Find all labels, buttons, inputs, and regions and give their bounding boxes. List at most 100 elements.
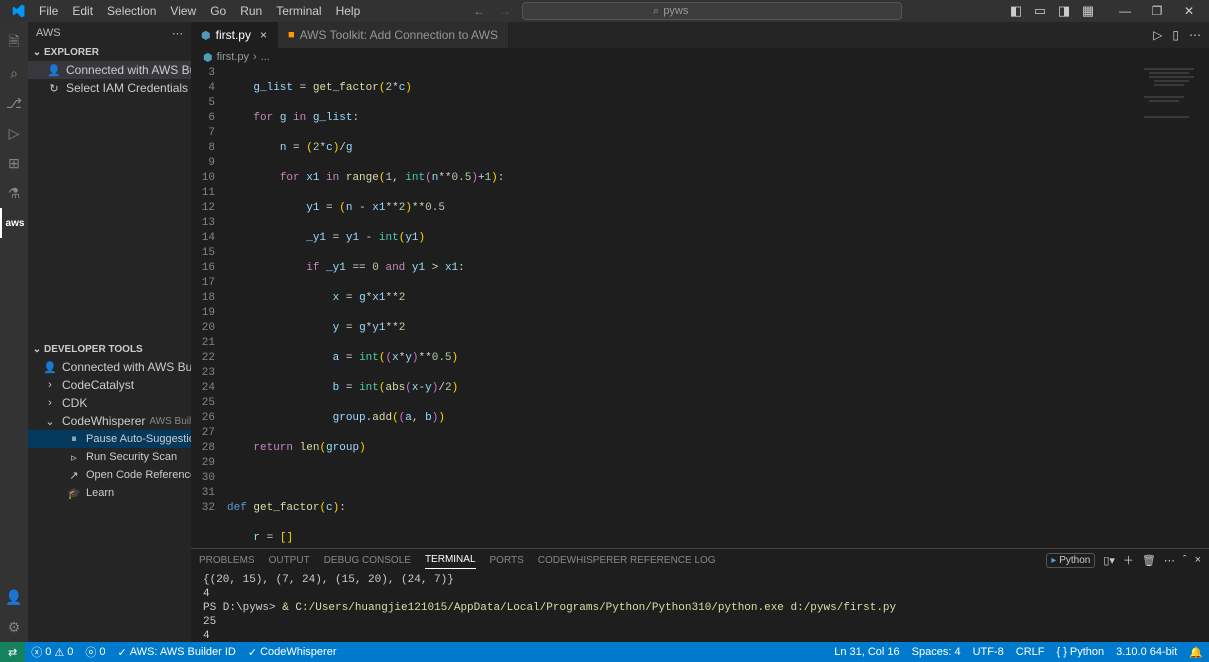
explorer-icon[interactable]: 🗎	[0, 28, 28, 58]
source-control-icon[interactable]: ⎇	[0, 88, 28, 118]
code-content[interactable]: g_list = get_factor(2*c) for g in g_list…	[227, 66, 1209, 548]
status-interpreter[interactable]: 3.10.0 64-bit	[1110, 642, 1183, 662]
tab-first-py[interactable]: ⬢ first.py ×	[191, 22, 278, 48]
sidebar-item-label: CodeCatalyst	[62, 378, 134, 392]
sidebar-item-label: Connected with AWS Builder ID	[62, 360, 191, 374]
menu-file[interactable]: File	[32, 4, 65, 18]
accounts-icon[interactable]: 👤	[0, 582, 28, 612]
layout-panel-icon[interactable]: ▭	[1029, 2, 1051, 20]
python-file-icon: ⬢	[203, 51, 213, 64]
close-window-icon[interactable]: ✕	[1173, 0, 1205, 22]
search-icon[interactable]: ⌕	[0, 58, 28, 88]
sidebar-item-cdk[interactable]: › CDK	[28, 394, 191, 412]
minimap[interactable]	[1139, 66, 1209, 548]
panel-tab-terminal[interactable]: TERMINAL	[425, 551, 476, 569]
sidebar-item-learn[interactable]: 🎓 Learn	[28, 484, 191, 502]
extensions-icon[interactable]: ⊞	[0, 148, 28, 178]
status-ports[interactable]: ⓞ0	[79, 642, 111, 662]
close-tab-icon[interactable]: ×	[260, 28, 267, 42]
sidebar-item-label: Run Security Scan	[86, 451, 177, 463]
code-editor[interactable]: 3456789101112131415161718192021222324252…	[191, 66, 1209, 548]
sidebar-item-select-iam[interactable]: ↻ Select IAM Credentials to View Res...	[28, 79, 191, 97]
menu-run[interactable]: Run	[233, 4, 269, 18]
sidebar: AWS ⋯ ⌄ EXPLORER 👤 Connected with AWS Bu…	[28, 22, 191, 642]
menu-go[interactable]: Go	[203, 4, 233, 18]
command-center-search[interactable]: ⌕ pyws	[522, 2, 902, 20]
panel-tab-debug[interactable]: DEBUG CONSOLE	[324, 552, 411, 569]
python-file-icon: ⬢	[201, 29, 211, 42]
tab-aws-toolkit[interactable]: ■ AWS Toolkit: Add Connection to AWS	[278, 22, 509, 48]
sidebar-title: AWS	[36, 27, 61, 39]
status-eol[interactable]: CRLF	[1010, 642, 1051, 662]
sidebar-item-codewhisperer[interactable]: ⌄ CodeWhisperer AWS Builder ID Con...	[28, 412, 191, 430]
layout-sidebar-left-icon[interactable]: ◧	[1005, 2, 1027, 20]
check-icon: ✓	[117, 646, 126, 659]
user-icon: 👤	[46, 64, 62, 77]
panel-tab-problems[interactable]: PROBLEMS	[199, 552, 255, 569]
user-icon: 👤	[42, 361, 58, 374]
status-aws[interactable]: ✓AWS: AWS Builder ID	[111, 642, 241, 662]
nav-back-icon[interactable]: ←	[470, 4, 488, 18]
sidebar-item-run-scan[interactable]: ▹ Run Security Scan	[28, 448, 191, 466]
status-notifications-icon[interactable]: 🔔	[1183, 642, 1209, 662]
kill-terminal-icon[interactable]: 🗑	[1142, 554, 1156, 567]
search-icon: ⌕	[653, 5, 659, 18]
panel-more-icon[interactable]: ⋯	[1164, 554, 1175, 567]
nav-forward-icon[interactable]: →	[496, 4, 514, 18]
remote-indicator[interactable]: ⇄	[0, 642, 25, 662]
menu-help[interactable]: Help	[329, 4, 368, 18]
menu-terminal[interactable]: Terminal	[269, 4, 328, 18]
panel-tab-ports[interactable]: PORTS	[490, 552, 524, 569]
sidebar-item-connected-devtools[interactable]: 👤 Connected with AWS Builder ID	[28, 358, 191, 376]
breadcrumb[interactable]: ⬢ first.py › ...	[191, 48, 1209, 66]
status-spaces[interactable]: Spaces: 4	[906, 642, 967, 662]
aws-icon: ■	[288, 29, 295, 41]
split-editor-icon[interactable]: ▯	[1172, 28, 1179, 42]
maximize-panel-icon[interactable]: ˆ	[1183, 554, 1187, 566]
maximize-window-icon[interactable]: ❐	[1141, 0, 1173, 22]
devtools-section-header[interactable]: ⌄ DEVELOPER TOOLS	[28, 341, 191, 358]
status-language[interactable]: { } Python	[1050, 642, 1110, 662]
split-terminal-icon[interactable]: ▯▾	[1103, 554, 1115, 567]
panel-tab-cwref[interactable]: CODEWHISPERER REFERENCE LOG	[538, 552, 716, 569]
title-bar: File Edit Selection View Go Run Terminal…	[0, 0, 1209, 22]
sidebar-item-label: CodeWhisperer	[62, 414, 145, 428]
tab-label: AWS Toolkit: Add Connection to AWS	[300, 28, 498, 42]
sidebar-item-open-reflog[interactable]: ↗ Open Code Reference Log	[28, 466, 191, 484]
panel-tab-output[interactable]: OUTPUT	[269, 552, 310, 569]
run-debug-icon[interactable]: ▷	[0, 118, 28, 148]
customize-layout-icon[interactable]: ▦	[1077, 2, 1099, 20]
status-ln-col[interactable]: Ln 31, Col 16	[828, 642, 905, 662]
breadcrumb-file: first.py	[217, 51, 249, 63]
settings-gear-icon[interactable]: ⚙	[0, 612, 28, 642]
close-panel-icon[interactable]: ×	[1195, 554, 1201, 566]
status-errors-warnings[interactable]: ⓧ0 ⚠0	[25, 642, 79, 662]
menu-view[interactable]: View	[163, 4, 203, 18]
sidebar-item-connected[interactable]: 👤 Connected with AWS Builde... ⓘ⋯	[28, 61, 191, 79]
run-file-icon[interactable]: ▷	[1153, 28, 1162, 42]
explorer-section-header[interactable]: ⌄ EXPLORER	[28, 44, 191, 61]
new-terminal-icon[interactable]: ＋	[1123, 552, 1134, 568]
menu-edit[interactable]: Edit	[65, 4, 100, 18]
link-external-icon: ↗	[66, 469, 82, 482]
terminal-content[interactable]: {(20, 15), (7, 24), (15, 20), (24, 7)} 4…	[191, 571, 1209, 642]
check-icon: ✓	[248, 646, 257, 659]
sidebar-more-icon[interactable]: ⋯	[172, 27, 183, 40]
chevron-down-icon: ⌄	[30, 47, 44, 58]
minimize-window-icon[interactable]: —	[1109, 0, 1141, 22]
warning-icon: ⚠	[54, 646, 64, 659]
devtools-section-label: DEVELOPER TOOLS	[44, 344, 143, 355]
sidebar-item-pause-suggestions[interactable]: ⏸ Pause Auto-Suggestions	[28, 430, 191, 448]
sidebar-item-sublabel: AWS Builder ID Con...	[149, 416, 191, 427]
status-encoding[interactable]: UTF-8	[967, 642, 1010, 662]
editor-more-icon[interactable]: ⋯	[1189, 28, 1201, 42]
sidebar-item-codecatalyst[interactable]: › CodeCatalyst	[28, 376, 191, 394]
radio-icon: ⓞ	[85, 644, 96, 660]
testing-icon[interactable]: ⚗	[0, 178, 28, 208]
aws-icon[interactable]: aws	[0, 208, 28, 238]
menu-selection[interactable]: Selection	[100, 4, 163, 18]
terminal-kind[interactable]: ▸ Python	[1046, 553, 1095, 568]
layout-sidebar-right-icon[interactable]: ◨	[1053, 2, 1075, 20]
status-codewhisperer[interactable]: ✓CodeWhisperer	[242, 642, 343, 662]
braces-icon: { }	[1056, 646, 1066, 658]
